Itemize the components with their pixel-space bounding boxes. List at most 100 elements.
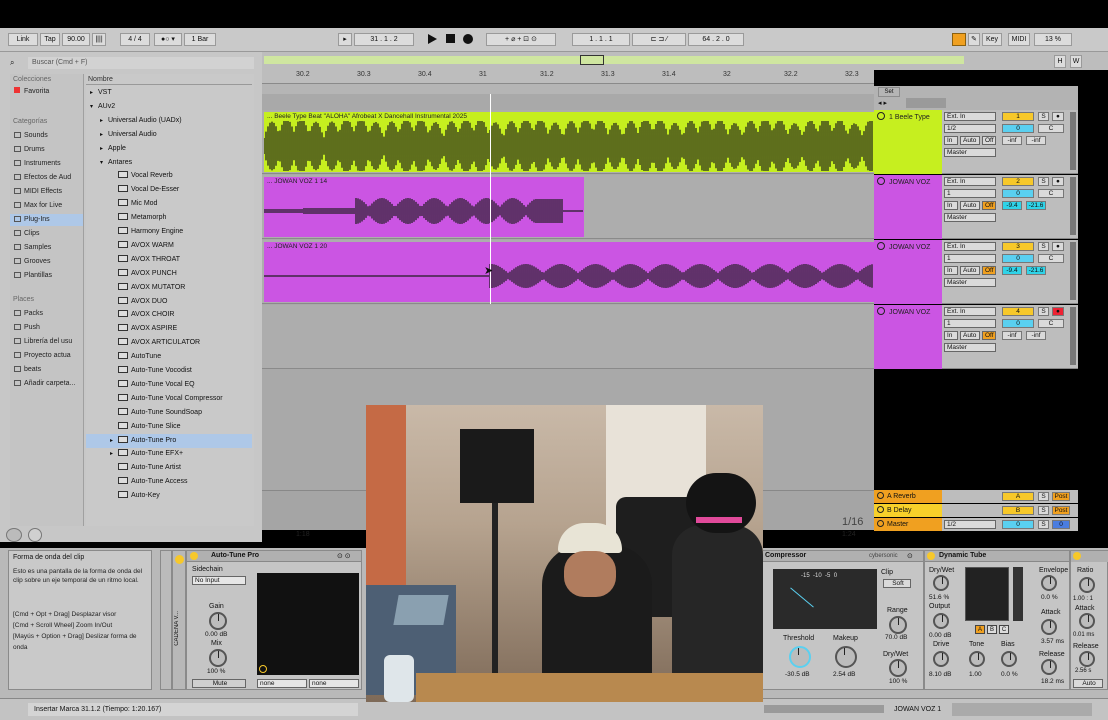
loop-start-field[interactable]: 1 . 1 . 1 — [572, 33, 630, 46]
expand-arrow-icon[interactable]: ▸ — [110, 434, 118, 448]
file-list-item[interactable]: ▸ VST — [86, 86, 252, 100]
track-lane[interactable]: ... JOWAN VOZ 1 14 — [262, 175, 874, 239]
audio-clip[interactable]: ... JOWAN VOZ 1 20 — [264, 242, 874, 302]
track-lane[interactable]: ... JOWAN VOZ 1 20 — [262, 240, 874, 304]
fold-icons[interactable] — [906, 98, 946, 108]
add-icon[interactable] — [6, 528, 22, 542]
nudge-icon[interactable]: |||| — [92, 33, 106, 46]
track-fold-icon[interactable] — [877, 307, 885, 315]
monitor-in-button[interactable]: In — [944, 331, 958, 340]
place-item[interactable]: Push — [10, 322, 83, 334]
metronome-icon[interactable]: ●○ ▾ — [154, 33, 182, 46]
link-button[interactable]: Link — [8, 33, 38, 46]
volume-field[interactable]: 0 — [1002, 189, 1034, 198]
solo-button[interactable]: S — [1038, 307, 1049, 316]
file-list-item[interactable]: AVOX WARM — [86, 239, 252, 253]
solo-button[interactable]: S — [1038, 112, 1049, 121]
tone-knob[interactable] — [969, 651, 985, 667]
solo-button[interactable]: S — [1038, 242, 1049, 251]
input-channel-select[interactable]: 1/2 — [944, 124, 996, 133]
song-overview[interactable] — [264, 56, 964, 64]
release-knob[interactable] — [1079, 651, 1095, 667]
return-post-button[interactable]: 0 — [1052, 520, 1070, 529]
draw-mode-icon[interactable] — [952, 33, 966, 46]
follow-icon[interactable]: ▸ — [338, 33, 352, 46]
track-header[interactable]: 1 Beele Type — [874, 110, 942, 174]
track-lane[interactable]: ... Beele Type Beat "ALOHA" Afrobeat X D… — [262, 110, 874, 174]
play-icon[interactable] — [428, 34, 437, 44]
volume-field[interactable]: 0 — [1002, 124, 1034, 133]
file-list-item[interactable]: Auto-Tune Slice — [86, 420, 252, 434]
midi-map-button[interactable]: MIDI — [1008, 33, 1030, 46]
return-fold-icon[interactable] — [877, 492, 884, 499]
stop-icon[interactable] — [446, 34, 455, 43]
set-button[interactable]: Set — [878, 87, 900, 97]
place-item[interactable]: beats — [10, 364, 83, 376]
file-list-item[interactable]: Auto-Tune Vocodist — [86, 364, 252, 378]
preview-icon[interactable] — [28, 528, 42, 542]
monitor-off-button[interactable]: Off — [982, 201, 996, 210]
place-item[interactable]: Añadir carpeta... — [10, 378, 83, 390]
file-list-item[interactable]: AVOX ARTICULATOR — [86, 336, 252, 350]
track-fold-icon[interactable] — [877, 177, 885, 185]
monitor-in-button[interactable]: In — [944, 201, 958, 210]
monitor-auto-button[interactable]: Auto — [960, 201, 980, 210]
file-list-item[interactable]: ▾ Antares — [86, 156, 252, 170]
quantize-select[interactable]: 1 Bar — [184, 33, 216, 46]
pan-field[interactable]: C — [1038, 189, 1064, 198]
track-activator-button[interactable]: 1 — [1002, 112, 1034, 121]
input-channel-select[interactable]: 1 — [944, 319, 996, 328]
volume-field[interactable]: 0 — [1002, 254, 1034, 263]
sidebar-item-grooves[interactable]: Grooves — [10, 256, 83, 268]
input-type-select[interactable]: Ext. In — [944, 177, 996, 186]
return-header[interactable]: Master — [874, 518, 942, 531]
arm-button[interactable]: ● — [1052, 307, 1064, 316]
monitor-auto-button[interactable]: Auto — [960, 136, 980, 145]
file-list-item[interactable]: Mic Mod — [86, 197, 252, 211]
tube-attack-knob[interactable] — [1041, 619, 1057, 635]
file-list-item[interactable]: ▸ Universal Audio (UADx) — [86, 114, 252, 128]
monitor-in-button[interactable]: In — [944, 266, 958, 275]
monitor-off-button[interactable]: Off — [982, 136, 996, 145]
device-menu-icon[interactable]: ⊙ — [907, 552, 913, 560]
loop-controls[interactable]: ⊏ ⊐ ⁄ — [632, 33, 686, 46]
monitor-off-button[interactable]: Off — [982, 266, 996, 275]
track-activator-button[interactable]: 2 — [1002, 177, 1034, 186]
signature-field[interactable]: 4 / 4 — [120, 33, 150, 46]
output-select[interactable]: Master — [944, 278, 996, 287]
plugin-display[interactable] — [257, 573, 359, 675]
soft-button[interactable]: Soft — [883, 579, 911, 588]
expand-arrow-icon[interactable]: ▾ — [100, 156, 108, 170]
file-list-item[interactable]: ▸ Auto-Tune EFX+ — [86, 447, 252, 461]
overdub-controls[interactable]: + ⌀ + ⊡ ⊙ — [486, 33, 556, 46]
record-icon[interactable] — [463, 34, 473, 44]
nav-arrows-icon[interactable]: ◂ ▸ — [878, 99, 887, 107]
monitor-auto-button[interactable]: Auto — [960, 331, 980, 340]
power-icon[interactable] — [175, 555, 184, 564]
monitor-in-button[interactable]: In — [944, 136, 958, 145]
envelope-knob[interactable] — [1041, 575, 1057, 591]
plugin-select-2[interactable]: none — [309, 679, 359, 688]
audio-clip[interactable]: ... JOWAN VOZ 1 14 — [264, 177, 584, 237]
return-activator[interactable]: 0 — [1002, 520, 1034, 529]
expand-arrow-icon[interactable]: ▸ — [90, 86, 98, 100]
return-fold-icon[interactable] — [877, 520, 884, 527]
track-fold-icon[interactable] — [877, 242, 885, 250]
place-item[interactable]: Proyecto actua — [10, 350, 83, 362]
sidechain-input-select[interactable]: No Input — [192, 576, 246, 585]
file-list-item[interactable]: Auto-Tune Vocal EQ — [86, 378, 252, 392]
gain-knob[interactable] — [209, 612, 227, 630]
audio-clip[interactable]: ... Beele Type Beat "ALOHA" Afrobeat X D… — [264, 112, 874, 172]
tube-drywet-knob[interactable] — [933, 575, 949, 591]
file-list-item[interactable]: Vocal De-Esser — [86, 183, 252, 197]
return-solo-button[interactable]: S — [1038, 520, 1049, 529]
output-select[interactable]: Master — [944, 213, 996, 222]
pencil-icon[interactable]: ✎ — [968, 33, 980, 46]
return-solo-button[interactable]: S — [1038, 492, 1049, 501]
return-post-button[interactable]: Post — [1052, 492, 1070, 501]
device-menu-icon[interactable]: ⊙ ⊙ — [337, 552, 351, 560]
track-lane[interactable] — [262, 305, 874, 369]
place-item[interactable]: Packs — [10, 308, 83, 320]
track-header[interactable]: JOWAN VOZ — [874, 175, 942, 239]
sidebar-item-samples[interactable]: Samples — [10, 242, 83, 254]
